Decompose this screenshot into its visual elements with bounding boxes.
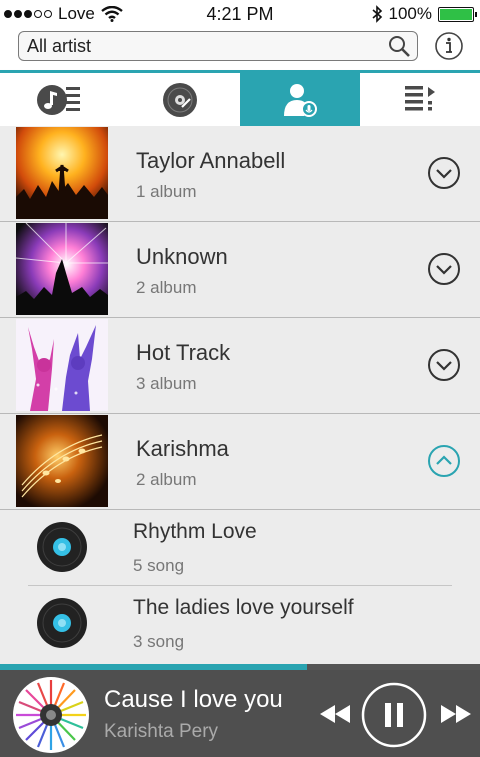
artist-row-unknown[interactable]: Unknown 2 album [0,222,480,318]
album-count: 3 album [136,374,197,393]
disc-icon [37,522,87,572]
chevron-down-icon[interactable] [427,348,461,382]
tab-songs[interactable] [0,73,120,126]
artist-thumbnail [16,415,108,507]
rewind-icon[interactable] [320,705,350,723]
chevron-up-icon[interactable] [427,444,461,478]
disc-icon [37,598,87,648]
album-title: Rhythm Love [133,520,257,543]
artist-name: Unknown [136,244,228,269]
artist-thumbnail [16,223,108,315]
fast-forward-icon[interactable] [441,705,471,723]
album-count: 1 album [136,182,197,201]
artist-name: Hot Track [136,340,231,365]
artist-list: Taylor Annabell 1 album Unknown 2 album … [0,126,480,664]
album-count: 2 album [136,470,197,489]
album-title: The ladies love yourself [133,596,354,619]
artist-mic-icon [284,83,317,117]
now-playing-bar: Cause I love you Karishta Pery [0,670,480,757]
tab-artists[interactable] [240,73,360,126]
tab-albums[interactable] [120,73,240,126]
pause-icon [385,703,391,727]
artist-name: Taylor Annabell [136,148,286,173]
info-icon[interactable] [434,31,464,61]
song-count: 3 song [133,632,185,651]
artist-row-karishma[interactable]: Karishma 2 album [0,414,480,510]
battery-percent: 100% [388,4,432,23]
artist-thumbnail [16,127,108,219]
search-input[interactable]: All artist [18,31,418,61]
tab-playlists[interactable] [360,73,480,126]
playlist-icon [405,85,435,110]
disc-icon [163,82,197,117]
now-playing-artist: Karishta Pery [104,721,219,742]
status-bar: Love 4:21 PM 100% [0,0,480,28]
battery-icon [438,6,477,22]
artist-name: Karishma [136,436,229,461]
artist-thumbnail [16,319,108,411]
chevron-down-icon[interactable] [427,252,461,286]
tab-bar [0,70,480,126]
now-playing-title: Cause I love you [104,686,283,713]
chevron-down-icon[interactable] [427,156,461,190]
album-row-rhythm-love[interactable]: Rhythm Love 5 song [28,510,452,586]
pause-button[interactable] [361,682,427,748]
now-playing-art[interactable] [12,676,90,754]
artist-row-taylor-annabell[interactable]: Taylor Annabell 1 album [0,126,480,222]
song-count: 5 song [133,556,185,575]
search-row: All artist [0,28,480,71]
bluetooth-icon [371,5,382,23]
album-count: 2 album [136,278,197,297]
search-icon[interactable] [387,34,411,58]
album-row-ladies-love[interactable]: The ladies love yourself 3 song [0,586,480,662]
artist-row-hot-track[interactable]: Hot Track 3 album [0,318,480,414]
music-note-list-icon [37,84,80,115]
search-value: All artist [27,35,92,56]
